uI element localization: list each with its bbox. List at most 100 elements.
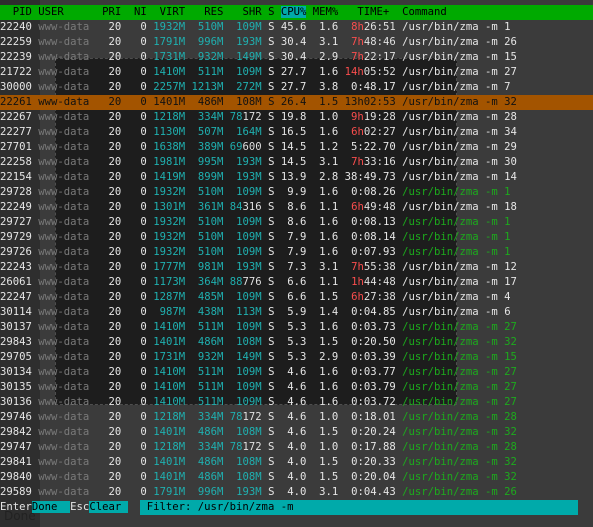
cell-cpu: 6.6 (287, 276, 307, 288)
process-row[interactable]: 30135 www-data 20 0 1410M 511M 109M S 4.… (0, 380, 593, 395)
cell-mem: 1.6 (319, 381, 339, 393)
cell-pri: 20 (108, 126, 122, 138)
process-row[interactable]: 22154 www-data 20 0 1419M 899M 193M S 13… (0, 170, 593, 185)
cell-cmd: /usr/bin/zma -m 18 (402, 201, 517, 213)
process-row[interactable]: 30136 www-data 20 0 1410M 511M 109M S 4.… (0, 395, 593, 410)
process-row[interactable]: 22243 www-data 20 0 1777M 981M 193M S 7.… (0, 260, 593, 275)
header-user[interactable]: USER (38, 6, 64, 18)
filter-value[interactable]: /usr/bin/zma -m (198, 501, 294, 513)
process-row[interactable]: 27701 www-data 20 0 1638M 389M 69600 S 1… (0, 140, 593, 155)
header-ni[interactable]: NI (134, 6, 147, 18)
done-button[interactable]: Done (31, 501, 58, 513)
cell-cpu: 45.6 (280, 21, 307, 33)
cell-cmd: /usr/bin/zma -m 32 (402, 96, 517, 108)
process-row[interactable]: 29746 www-data 20 0 1218M 334M 78172 S 4… (0, 410, 593, 425)
header-shr[interactable]: SHR (243, 6, 262, 18)
cell-cmd: /usr/bin/zma -m 32 (402, 456, 517, 468)
process-row[interactable]: 30137 www-data 20 0 1410M 511M 109M S 5.… (0, 320, 593, 335)
process-row[interactable]: 29729 www-data 20 0 1932M 510M 109M S 7.… (0, 230, 593, 245)
process-row[interactable]: 29842 www-data 20 0 1401M 486M 108M S 4.… (0, 425, 593, 440)
cell-s: S (268, 36, 275, 48)
cell-cpu: 27.7 (280, 66, 307, 78)
process-row[interactable]: 22239 www-data 20 0 1731M 932M 149M S 30… (0, 50, 593, 65)
header-mem[interactable]: MEM% (313, 6, 339, 18)
cell-s: S (268, 261, 275, 273)
process-row[interactable]: 22261 www-data 20 0 1401M 486M 108M S 26… (0, 95, 593, 110)
process-row[interactable]: 29841 www-data 20 0 1401M 486M 108M S 4.… (0, 455, 593, 470)
cell-cmd: /usr/bin/zma -m 30 (402, 156, 517, 168)
cell-pid: 22240 (0, 21, 32, 33)
cell-pid: 22258 (0, 156, 32, 168)
process-row[interactable]: 22247 www-data 20 0 1287M 485M 109M S 6.… (0, 290, 593, 305)
process-row[interactable]: 29705 www-data 20 0 1731M 932M 149M S 5.… (0, 350, 593, 365)
process-row[interactable]: 22267 www-data 20 0 1218M 334M 78172 S 1… (0, 110, 593, 125)
cell-cpu: 30.4 (280, 36, 307, 48)
process-row[interactable]: 22258 www-data 20 0 1981M 995M 193M S 14… (0, 155, 593, 170)
cell-cmd: /usr/bin/zma -m 1 (402, 186, 511, 198)
cell-virt: 1932M (153, 231, 186, 243)
cell-cpu: 4.0 (287, 456, 307, 468)
cell-cpu: 8.6 (287, 201, 307, 213)
process-row[interactable]: 30114 www-data 20 0 987M 438M 113M S 5.9… (0, 305, 593, 320)
cell-virt: 1401M (153, 456, 186, 468)
cell-s: S (268, 111, 275, 123)
process-row[interactable]: 30134 www-data 20 0 1410M 511M 109M S 4.… (0, 365, 593, 380)
cell-cpu: 6.6 (287, 291, 307, 303)
cell-user: www-data (38, 246, 90, 258)
cell-cmd: /usr/bin/zma -m 7 (402, 81, 511, 93)
cell-s: S (268, 441, 275, 453)
header-pid[interactable]: PID (13, 6, 32, 18)
cell-ni: 0 (140, 141, 147, 153)
header-res[interactable]: RES (204, 6, 223, 18)
cell-shr: 149M (236, 51, 262, 63)
cell-user: www-data (38, 21, 90, 33)
cell-s: S (268, 321, 275, 333)
cell-time: 0:20.50 (351, 336, 396, 348)
cell-mem: 3.1 (319, 36, 339, 48)
cell-cpu: 26.4 (280, 96, 307, 108)
cell-ni: 0 (140, 111, 147, 123)
filter-input[interactable]: Filter: /usr/bin/zma -m (140, 500, 579, 515)
process-row[interactable]: 22249 www-data 20 0 1301M 361M 84316 S 8… (0, 200, 593, 215)
cell-shr: 109M (236, 366, 262, 378)
cell-time: 0:17.88 (351, 441, 396, 453)
header-command[interactable]: Command (402, 6, 447, 18)
process-row[interactable]: 22277 www-data 20 0 1130M 507M 164M S 16… (0, 125, 593, 140)
header-virt[interactable]: VIRT (160, 6, 186, 18)
cell-ni: 0 (140, 291, 147, 303)
cell-res: 511M (197, 66, 224, 78)
process-row[interactable]: 29589 www-data 20 0 1791M 996M 193M S 4.… (0, 485, 593, 500)
header-pri[interactable]: PRI (102, 6, 121, 18)
cell-pri: 20 (108, 396, 122, 408)
process-row[interactable]: 22259 www-data 20 0 1791M 996M 193M S 30… (0, 35, 593, 50)
header-s[interactable]: S (268, 6, 274, 18)
cell-time: 0:20.04 (351, 471, 396, 483)
cell-ni: 0 (140, 186, 147, 198)
process-row[interactable]: 29843 www-data 20 0 1401M 486M 108M S 5.… (0, 335, 593, 350)
process-row[interactable]: 29726 www-data 20 0 1932M 510M 109M S 7.… (0, 245, 593, 260)
process-row[interactable]: 29728 www-data 20 0 1932M 510M 109M S 9.… (0, 185, 593, 200)
process-row[interactable]: 30000 www-data 20 0 2257M 1213M 272M S 2… (0, 80, 593, 95)
process-row[interactable]: 26061 www-data 20 0 1173M 364M 88776 S 6… (0, 275, 593, 290)
cell-pri: 20 (108, 441, 122, 453)
header-time[interactable]: TIME+ (357, 6, 389, 18)
process-row[interactable]: 29747 www-data 20 0 1218M 334M 78172 S 4… (0, 440, 593, 455)
process-row[interactable]: 29727 www-data 20 0 1932M 510M 109M S 8.… (0, 215, 593, 230)
process-row[interactable]: 21722 www-data 20 0 1410M 511M 109M S 27… (0, 65, 593, 80)
cell-pri: 20 (108, 351, 122, 363)
cell-mem: 1.5 (319, 96, 339, 108)
cell-pid: 30114 (0, 306, 32, 318)
cell-cmd: /usr/bin/zma -m 32 (402, 471, 517, 483)
cell-user: www-data (38, 96, 90, 108)
cell-time: 0:08.26 (351, 186, 396, 198)
clear-button[interactable]: Clear (89, 501, 122, 513)
cell-virt: 1401M (153, 336, 186, 348)
cell-ni: 0 (140, 66, 147, 78)
cell-ni: 0 (140, 231, 147, 243)
cell-cpu: 4.6 (287, 426, 307, 438)
process-row[interactable]: 29840 www-data 20 0 1401M 486M 108M S 4.… (0, 470, 593, 485)
cell-ni: 0 (140, 51, 147, 63)
header-cpu[interactable]: CPU% (280, 6, 307, 18)
cell-pid: 29840 (0, 471, 32, 483)
process-row[interactable]: 22240 www-data 20 0 1932M 510M 109M S 45… (0, 20, 593, 35)
